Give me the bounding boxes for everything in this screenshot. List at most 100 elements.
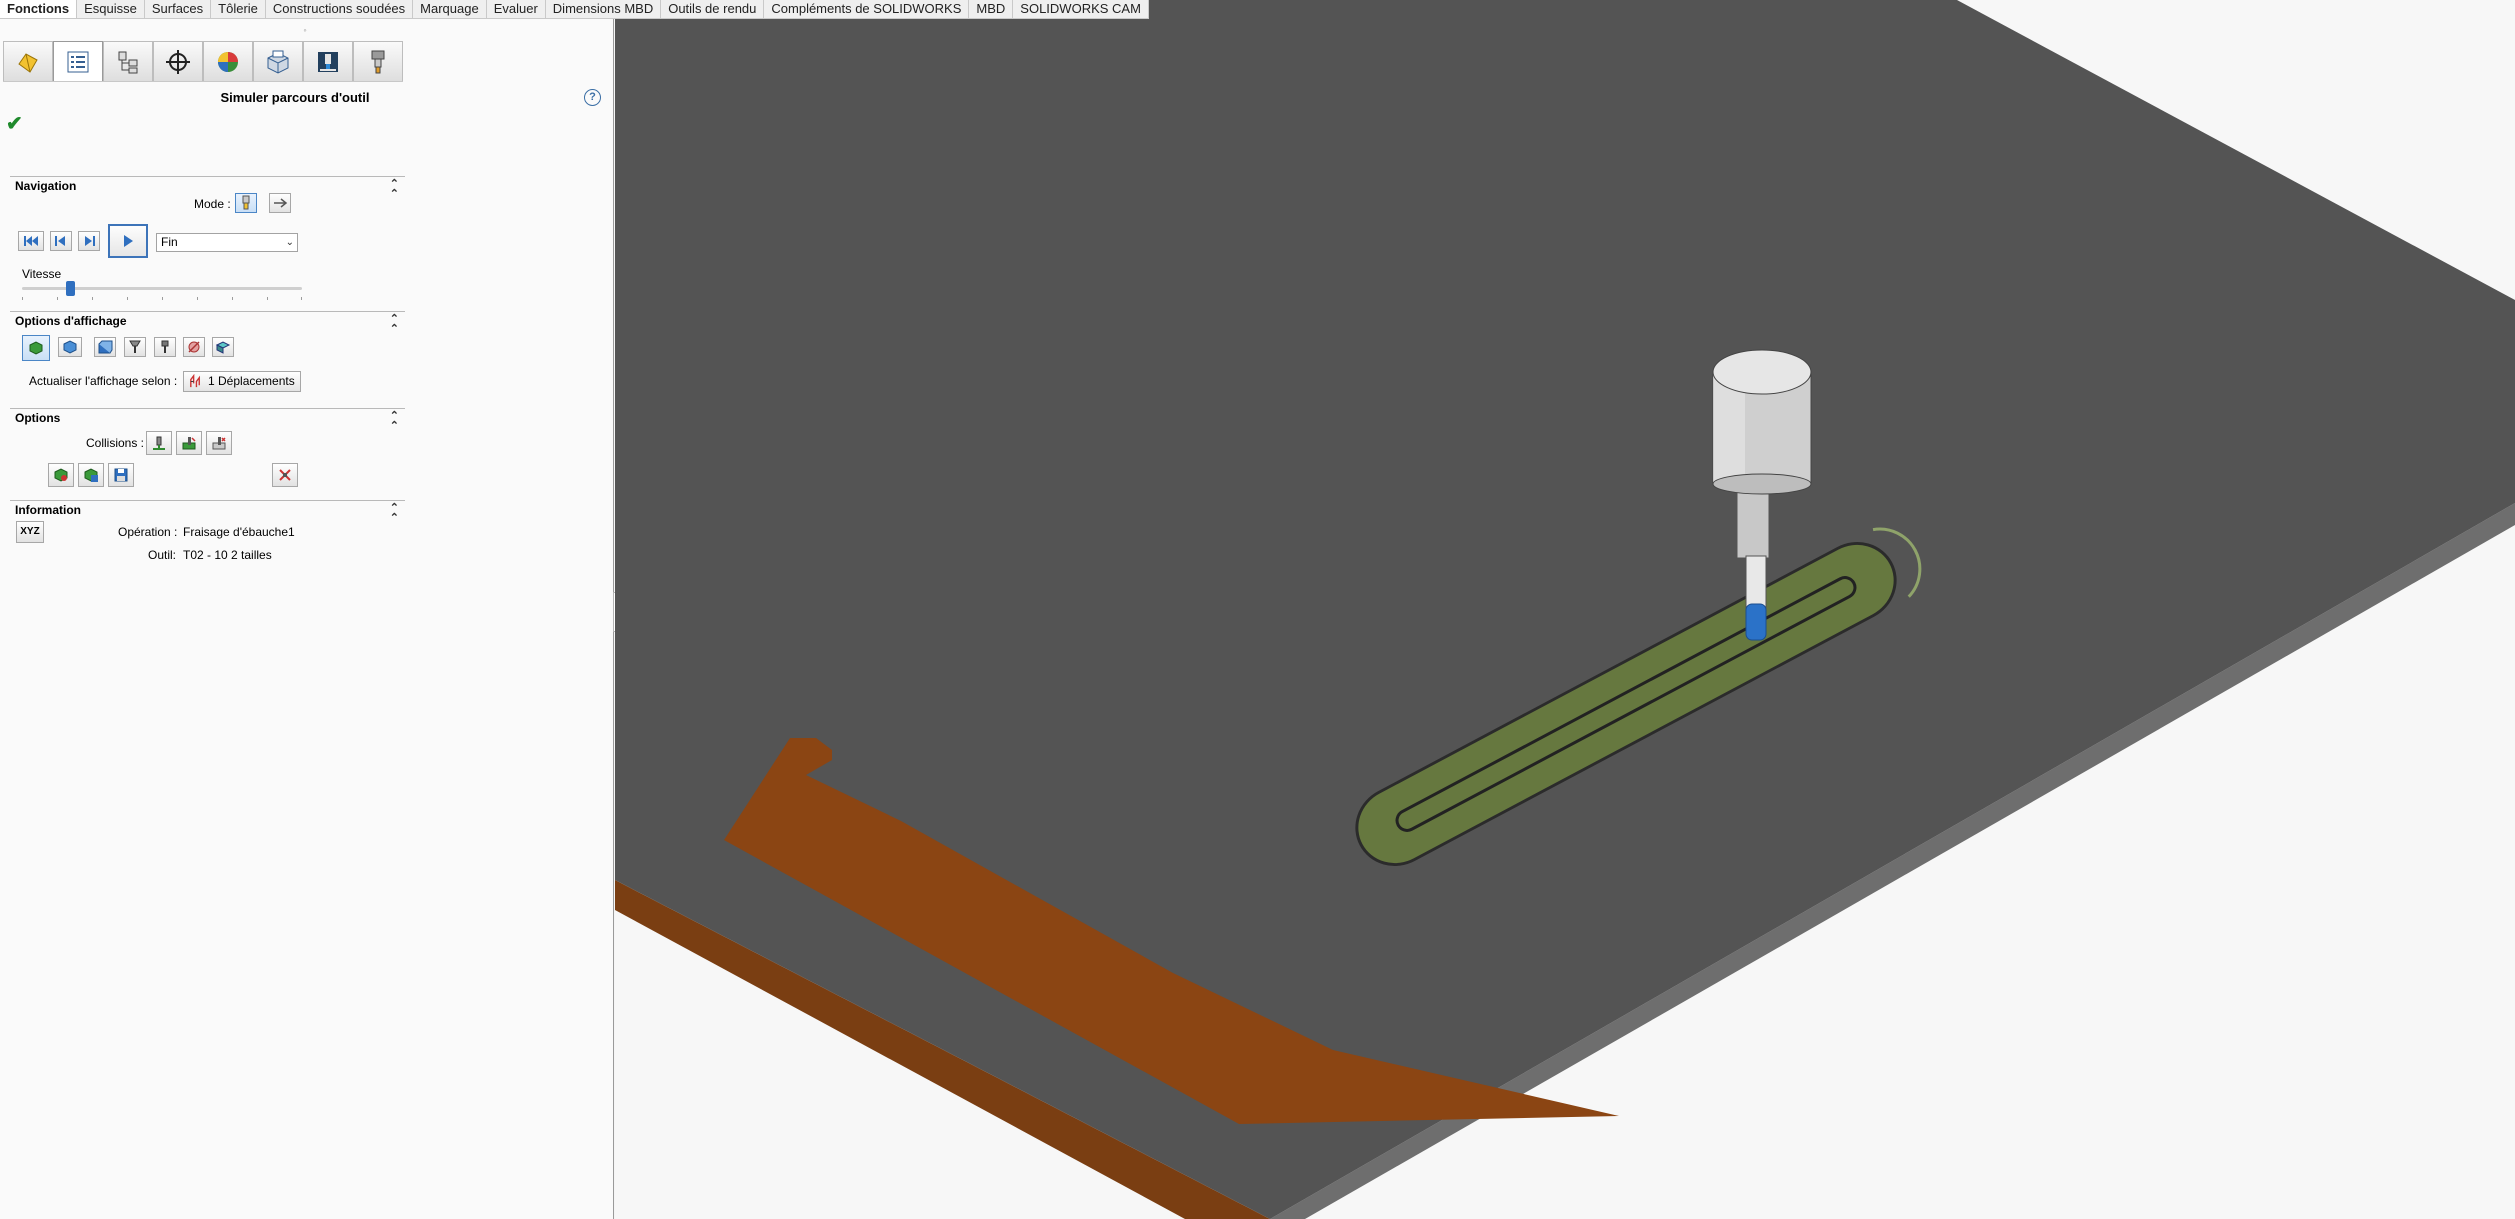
collision-check-part-button[interactable] [206, 431, 232, 455]
show-part-button[interactable] [58, 337, 82, 357]
graphics-viewport[interactable] [615, 0, 2515, 1219]
toolpath-simulation-scene[interactable] [615, 0, 2515, 1219]
tab-esquisse[interactable]: Esquisse [77, 0, 145, 19]
configuration-manager-tab[interactable] [103, 41, 153, 81]
step-forward-button[interactable] [78, 231, 100, 251]
show-toolpath-button[interactable] [183, 337, 205, 357]
collision-check-stock-button[interactable] [176, 431, 202, 455]
transparent-display-icon [215, 341, 231, 354]
display-manager-tab[interactable] [203, 41, 253, 81]
tool-value: T02 - 10 2 tailles [183, 548, 272, 562]
step-forward-icon [85, 236, 95, 246]
slider-tick [127, 297, 128, 300]
collision-check-holder-button[interactable] [146, 431, 172, 455]
options-section: Options ⌃ ⌃ Collisions : [10, 408, 405, 505]
tab-t-lerie[interactable]: Tôlerie [211, 0, 266, 19]
slider-tick [92, 297, 93, 300]
chevron-down-icon: ⌄ [285, 237, 294, 248]
show-tool-button[interactable] [124, 337, 146, 357]
floppy-disk-icon [114, 468, 128, 482]
tab-outils-de-rendu[interactable]: Outils de rendu [661, 0, 765, 19]
tab-dimensions-mbd[interactable]: Dimensions MBD [545, 0, 662, 19]
manager-toolbar [3, 41, 403, 82]
property-manager-panel: ◦ Simuler parcours d'outil ? ✔ Navigatio… [0, 19, 614, 1219]
speed-slider-thumb[interactable] [65, 281, 75, 296]
tab-mbd[interactable]: MBD [969, 0, 1014, 19]
mode-label: Mode : [194, 197, 231, 211]
collapse-options-icon[interactable]: ⌃ ⌃ [390, 411, 399, 432]
feature-manager-tab[interactable] [3, 41, 53, 81]
moves-icon [190, 374, 200, 388]
rewind-to-start-icon [24, 236, 38, 246]
go-to-start-button[interactable] [18, 231, 44, 251]
collapse-navigation-icon[interactable]: ⌃ ⌃ [390, 179, 399, 200]
feature-manager-icon [18, 52, 38, 73]
show-stock-button[interactable] [22, 335, 50, 361]
slider-tick [162, 297, 163, 300]
stock-display-icon [29, 341, 43, 355]
slider-tick [22, 297, 23, 300]
tab-evaluer[interactable]: Evaluer [486, 0, 546, 19]
ok-checkmark-icon[interactable]: ✔ [6, 114, 23, 134]
save-stock-button[interactable] [48, 463, 74, 487]
command-manager-tabs: Fonctions Esquisse Surfaces Tôlerie Construc… [0, 0, 1149, 19]
collapse-information-icon[interactable]: ⌃ ⌃ [390, 503, 399, 524]
cam-tool-tree-tab[interactable] [353, 41, 403, 81]
toolpath-mode-icon [274, 198, 288, 208]
operation-label: Opération : [118, 525, 178, 539]
collision-holder-icon [153, 436, 165, 450]
play-button[interactable] [108, 224, 148, 258]
cam-feature-tree-tab[interactable] [253, 41, 303, 81]
speed-label: Vitesse [22, 267, 62, 281]
slider-tick [57, 297, 58, 300]
holder-display-icon [161, 340, 169, 353]
tab-marquage[interactable]: Marquage [413, 0, 487, 19]
tool-cancel-icon [279, 469, 291, 481]
play-icon [124, 235, 133, 247]
show-fixture-button[interactable] [94, 337, 116, 357]
options-title: Options [15, 411, 61, 425]
slider-tick [301, 297, 302, 300]
dimxpert-tab[interactable] [153, 41, 203, 81]
operation-value: Fraisage d'ébauche1 [183, 525, 295, 539]
end-condition-select[interactable]: Fin ⌄ [156, 233, 298, 252]
display-options-title: Options d'affichage [15, 314, 127, 328]
tab-solidworks-cam[interactable]: SOLIDWORKS CAM [1013, 0, 1149, 19]
tool-view-mode-icon [242, 195, 250, 210]
tab-surfaces[interactable]: Surfaces [144, 0, 212, 19]
collision-stock-icon [182, 437, 196, 450]
speed-slider-track[interactable] [22, 287, 302, 290]
save-stl-button[interactable] [108, 463, 134, 487]
panel-title: Simuler parcours d'outil [220, 90, 370, 105]
property-manager-tab[interactable] [53, 41, 103, 81]
configuration-manager-icon [118, 51, 138, 73]
cam-operation-tree-tab[interactable] [303, 41, 353, 81]
show-transparent-button[interactable] [212, 337, 234, 357]
tab-compl-ments-de-solidworks[interactable]: Compléments de SOLIDWORKS [764, 0, 970, 19]
panel-grip[interactable]: ◦ [301, 26, 309, 35]
collisions-label: Collisions : [86, 436, 145, 450]
save-part-icon [84, 468, 98, 482]
tab-constructions-soud-es[interactable]: Constructions soudées [265, 0, 414, 19]
cam-operation-tree-icon [318, 51, 338, 72]
slider-tick [232, 297, 233, 300]
collapse-display-options-icon[interactable]: ⌃ ⌃ [390, 314, 399, 335]
step-back-icon [55, 236, 65, 246]
information-title: Information [15, 503, 81, 517]
save-part-button[interactable] [78, 463, 104, 487]
help-icon[interactable]: ? [584, 89, 601, 106]
update-display-value: 1 Déplacements [208, 374, 295, 388]
xyz-button[interactable]: XYZ [16, 521, 44, 543]
navigation-section: Navigation ⌃ ⌃ Mode : Fin ⌄ Vitesse [10, 176, 405, 327]
update-display-button[interactable]: 1 Déplacements [183, 371, 301, 392]
reset-options-button[interactable] [272, 463, 298, 487]
tab-fonctions[interactable]: Fonctions [0, 0, 78, 19]
mode-tool-button[interactable] [235, 193, 257, 213]
slider-tick [267, 297, 268, 300]
step-back-button[interactable] [50, 231, 72, 251]
mode-path-button[interactable] [269, 193, 291, 213]
part-display-icon [63, 340, 77, 354]
slider-tick [197, 297, 198, 300]
collision-part-icon [212, 437, 226, 450]
show-holder-button[interactable] [154, 337, 176, 357]
